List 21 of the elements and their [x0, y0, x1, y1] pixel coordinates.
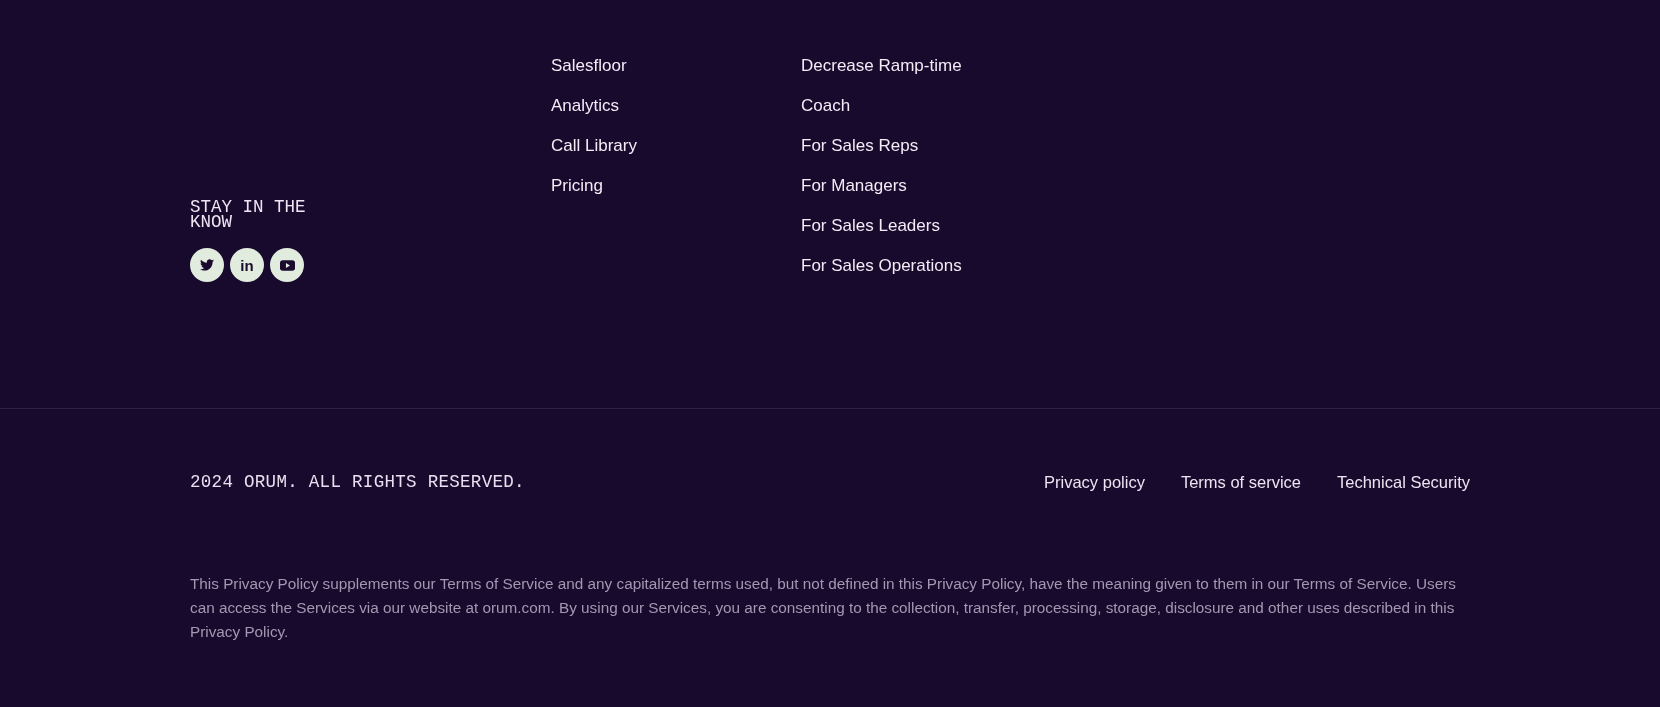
legal-link[interactable]: Privacy policy [1044, 470, 1145, 494]
disclaimer-text: This Privacy Policy supplements our Terms of Service and any capitalized terms used, but not defined in this Privacy Policy, have the meaning given to them in our Terms of Service. Users can access the Services via our website at orum.com. By using our Services, you are consenting to the collection, transfer, processing, storage, disclosure and other uses described in this Privacy Policy. [190, 574, 1457, 642]
legal-link[interactable]: Technical Security [1337, 470, 1470, 494]
bird-icon [200, 259, 214, 271]
social-button[interactable]: in [230, 248, 264, 282]
nav-link[interactable]: For Sales Leaders [801, 216, 940, 236]
nav-link[interactable]: Salesfloor [551, 56, 627, 76]
legal-link[interactable]: Terms of service [1180, 470, 1301, 494]
newsletter-heading: STAY IN THE KNOW [190, 200, 307, 229]
nav-link[interactable]: Pricing [551, 176, 603, 196]
nav-link[interactable]: For Managers [801, 176, 907, 196]
nav-link[interactable]: Call Library [551, 136, 637, 156]
copyright-text: 2024 ORUM. ALL RIGHTS RESERVED. [190, 471, 525, 494]
social-button[interactable] [270, 248, 304, 282]
nav-link[interactable]: For Sales Reps [801, 136, 919, 156]
social-button[interactable] [190, 248, 224, 282]
nav-link[interactable]: Decrease Ramp-time [801, 56, 962, 76]
play-icon [279, 259, 295, 271]
nav-link[interactable]: Coach [801, 96, 851, 116]
nav-link[interactable]: For Sales Operations [801, 256, 962, 276]
nav-link[interactable]: Analytics [551, 96, 620, 116]
